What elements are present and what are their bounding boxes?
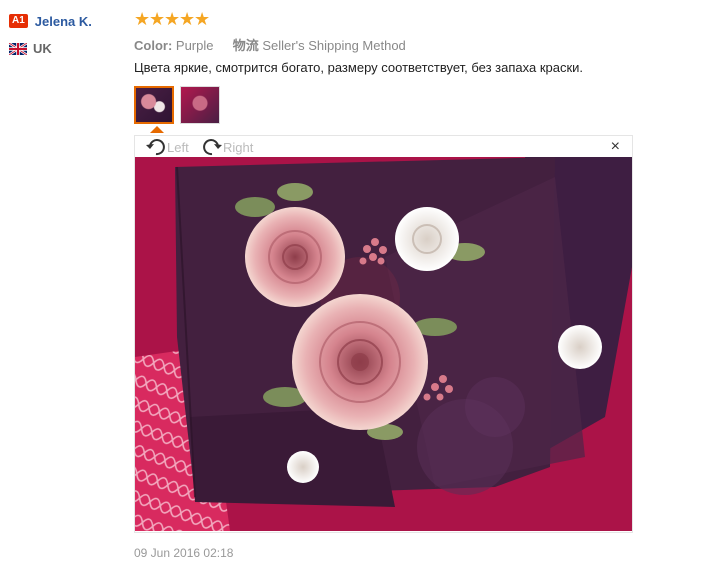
sku-info: Color: Purple 物流 Seller's Shipping Metho… [134,35,406,54]
photo-thumbnail[interactable] [134,86,174,124]
reviewer-name[interactable]: Jelena K. [35,14,92,29]
shipping-label: 物流 [232,38,259,53]
photo-viewer: Left Right × [134,135,633,533]
shipping-value: Seller's Shipping Method [262,38,406,53]
reviewer-info: A1 Jelena K. UK [8,12,129,56]
star-icon: ★ [149,9,166,29]
close-icon[interactable]: × [611,139,620,155]
review-date: 09 Jun 2016 02:18 [134,546,234,560]
rotate-right-button[interactable]: Right [201,137,253,157]
star-icon: ★ [194,9,211,29]
uk-flag-icon [8,42,28,56]
rotate-right-label: Right [223,139,254,155]
review-photo [135,157,632,531]
photo-thumbnails [134,86,226,124]
rotate-left-label: Left [167,139,189,155]
country-row: UK [8,40,129,56]
review-text: Цвета яркие, смотрится богато, размеру с… [134,60,584,75]
rotate-left-icon [146,139,165,156]
color-value: Purple [175,38,214,53]
reviewer-country: UK [33,40,52,56]
star-rating: ★ ★ ★ ★ ★ [134,9,211,29]
star-icon: ★ [134,9,151,29]
reviewer-row: A1 Jelena K. [9,12,129,30]
color-label: Color: [134,38,173,53]
star-icon: ★ [179,9,196,29]
photo-thumbnail[interactable] [180,86,220,124]
rotate-right-icon [203,139,222,156]
level-badge: A1 [9,14,28,28]
star-icon: ★ [164,9,181,29]
active-thumbnail-caret [150,126,164,133]
viewer-toolbar: Left Right × [135,136,632,157]
rotate-left-button[interactable]: Left [145,137,189,157]
